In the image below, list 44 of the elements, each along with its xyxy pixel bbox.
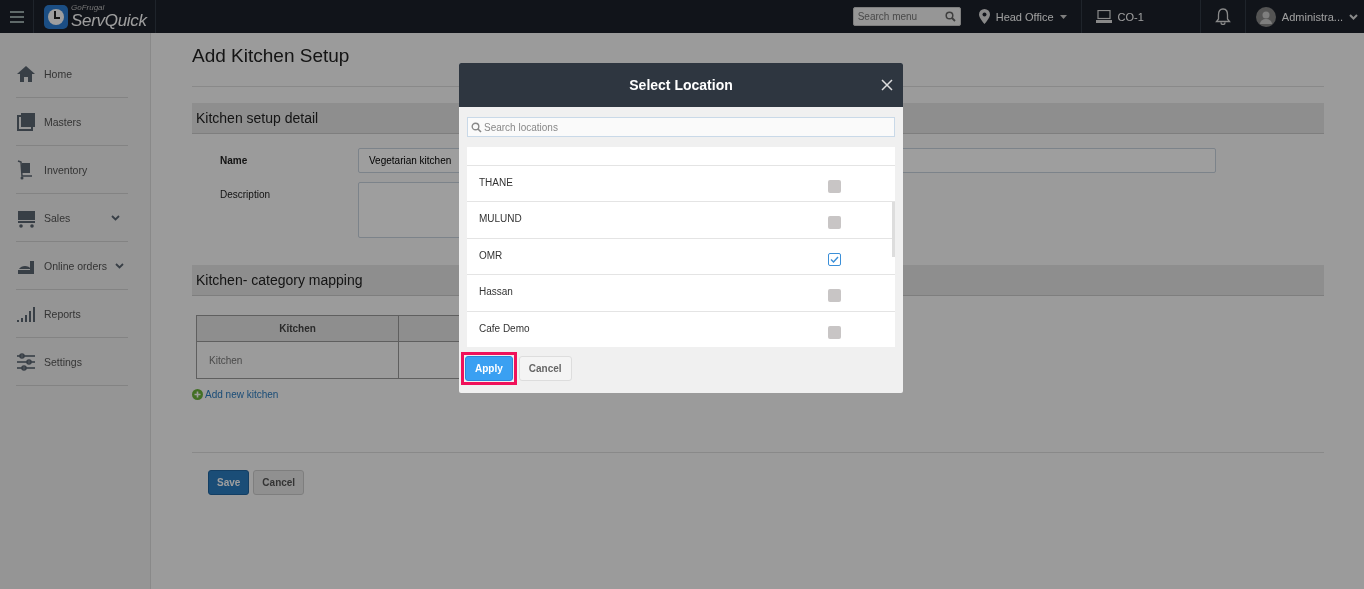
sidebar-item[interactable]: Sales — [16, 194, 128, 242]
checkbox[interactable] — [828, 325, 841, 339]
location-row[interactable]: THANE — [467, 165, 895, 202]
close-button[interactable] — [880, 78, 894, 92]
chevron-icon — [1349, 13, 1358, 20]
plus-icon — [192, 389, 203, 400]
sidebar-item[interactable]: Settings — [16, 338, 128, 386]
avatar-icon — [1255, 6, 1276, 27]
brand-name: ServQuick — [71, 12, 147, 29]
save-button[interactable]: Save — [208, 470, 250, 495]
checkbox[interactable] — [828, 180, 841, 193]
location-row[interactable]: Cafe Demo — [467, 310, 895, 347]
cancel-button[interactable]: Cancel — [253, 470, 305, 495]
checkbox[interactable] — [828, 252, 841, 266]
documents-icon — [16, 111, 36, 132]
location-search-field[interactable]: Search locations — [467, 117, 895, 137]
field-label: Name — [220, 154, 249, 168]
table-header: Kitchen — [196, 315, 399, 342]
sidebar-item[interactable]: Home — [16, 50, 128, 98]
computer-icon — [1095, 9, 1112, 24]
location-row[interactable]: Hassan — [467, 274, 895, 311]
sidebar-item[interactable]: Inventory — [16, 146, 128, 194]
add-kitchen-link[interactable]: Add new kitchen — [192, 389, 279, 400]
location-selector[interactable]: Head Office — [978, 0, 1081, 33]
cancel-button[interactable]: Cancel — [518, 356, 572, 381]
checkbox[interactable] — [828, 216, 841, 230]
home-icon — [16, 63, 36, 84]
table-cell: Kitchen — [196, 341, 399, 379]
sidebar-item[interactable]: Masters — [16, 98, 128, 146]
clock-logo-icon — [44, 4, 68, 29]
settings-icon — [16, 351, 36, 372]
search-icon — [944, 11, 956, 22]
field-label: Description — [220, 188, 272, 202]
brand-tagline: GoFrugal — [71, 4, 106, 12]
caret-icon — [1059, 14, 1067, 19]
checkbox[interactable] — [828, 289, 841, 303]
menu-search-field[interactable]: Search menu — [852, 7, 961, 26]
apply-button[interactable]: Apply — [465, 356, 513, 381]
search-icon — [471, 122, 482, 133]
sidebar-item[interactable]: Reports — [16, 290, 128, 338]
menu-icon — [9, 10, 24, 23]
sidebar-item[interactable]: Online orders — [16, 242, 128, 290]
location-row[interactable]: OMR — [467, 237, 895, 275]
map-pin-icon — [978, 9, 990, 24]
